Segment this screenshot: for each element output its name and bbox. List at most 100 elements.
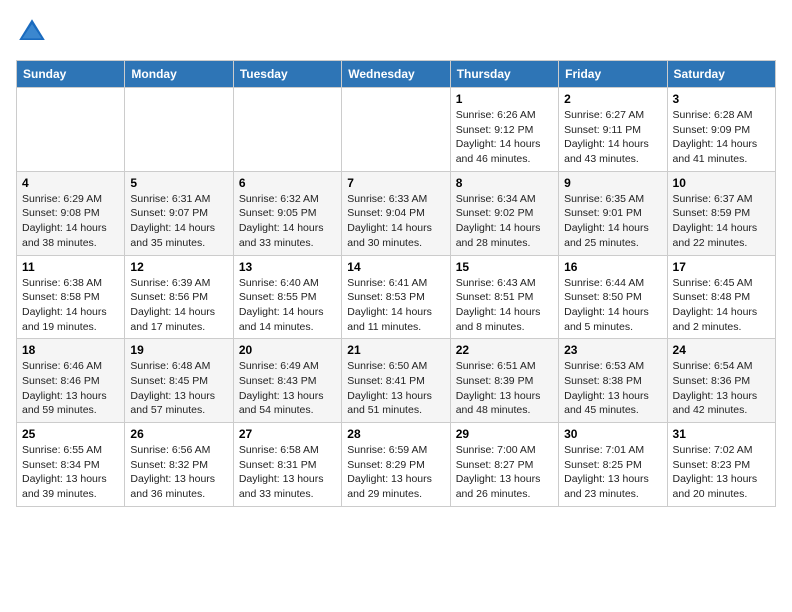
day-info: Sunrise: 6:50 AM Sunset: 8:41 PM Dayligh…	[347, 359, 444, 418]
calendar-cell: 27Sunrise: 6:58 AM Sunset: 8:31 PM Dayli…	[233, 423, 341, 507]
day-info: Sunrise: 6:34 AM Sunset: 9:02 PM Dayligh…	[456, 192, 553, 251]
calendar-cell: 21 Sunrise: 6:50 AM Sunset: 8:41 PM Dayli…	[342, 339, 450, 423]
day-info: Sunrise: 6:33 AM Sunset: 9:04 PM Dayligh…	[347, 192, 444, 251]
calendar-cell: 9 Sunrise: 6:35 AM Sunset: 9:01 PM Daylig…	[559, 171, 667, 255]
calendar-cell: 28 Sunrise: 6:59 AM Sunset: 8:29 PM Dayli…	[342, 423, 450, 507]
day-number: 20	[239, 343, 336, 357]
day-info: Sunrise: 6:56 AM Sunset: 8:32 PM Dayligh…	[130, 443, 227, 502]
logo	[16, 16, 52, 48]
calendar-week-row: 11 Sunrise: 6:38 AM Sunset: 8:58 PM Dayli…	[17, 255, 776, 339]
day-number: 31	[673, 427, 770, 441]
calendar-cell	[17, 88, 125, 172]
calendar-cell: 8 Sunrise: 6:34 AM Sunset: 9:02 PM Daylig…	[450, 171, 558, 255]
day-info: Sunrise: 6:43 AM Sunset: 8:51 PM Dayligh…	[456, 276, 553, 335]
day-number: 10	[673, 176, 770, 190]
calendar-cell: 16 Sunrise: 6:44 AM Sunset: 8:50 PM Dayli…	[559, 255, 667, 339]
day-info: Sunrise: 6:35 AM Sunset: 9:01 PM Dayligh…	[564, 192, 661, 251]
day-info: Sunrise: 6:54 AM Sunset: 8:36 PM Dayligh…	[673, 359, 770, 418]
day-info: Sunrise: 6:49 AM Sunset: 8:43 PM Dayligh…	[239, 359, 336, 418]
day-info: Sunrise: 6:55 AM Sunset: 8:34 PM Dayligh…	[22, 443, 119, 502]
day-number: 15	[456, 260, 553, 274]
day-number: 6	[239, 176, 336, 190]
calendar-cell: 29 Sunrise: 7:00 AM Sunset: 8:27 PM Dayli…	[450, 423, 558, 507]
calendar-cell: 7 Sunrise: 6:33 AM Sunset: 9:04 PM Daylig…	[342, 171, 450, 255]
day-info: Sunrise: 6:40 AM Sunset: 8:55 PM Dayligh…	[239, 276, 336, 335]
calendar-cell: 19 Sunrise: 6:48 AM Sunset: 8:45 PM Dayli…	[125, 339, 233, 423]
day-info: Sunrise: 6:45 AM Sunset: 8:48 PM Dayligh…	[673, 276, 770, 335]
day-number: 9	[564, 176, 661, 190]
day-info: Sunrise: 7:00 AM Sunset: 8:27 PM Dayligh…	[456, 443, 553, 502]
calendar-cell: 26 Sunrise: 6:56 AM Sunset: 8:32 PM Dayli…	[125, 423, 233, 507]
day-number: 30	[564, 427, 661, 441]
day-number: 24	[673, 343, 770, 357]
calendar-table: SundayMondayTuesdayWednesdayThursdayFrid…	[16, 60, 776, 507]
day-number: 18	[22, 343, 119, 357]
day-number: 23	[564, 343, 661, 357]
calendar-cell: 23 Sunrise: 6:53 AM Sunset: 8:38 PM Dayli…	[559, 339, 667, 423]
day-info: Sunrise: 6:59 AM Sunset: 8:29 PM Dayligh…	[347, 443, 444, 502]
day-number: 12	[130, 260, 227, 274]
calendar-cell: 13 Sunrise: 6:40 AM Sunset: 8:55 PM Dayli…	[233, 255, 341, 339]
day-header-sunday: Sunday	[17, 61, 125, 88]
page-header	[16, 16, 776, 48]
day-number: 16	[564, 260, 661, 274]
calendar-cell: 25 Sunrise: 6:55 AM Sunset: 8:34 PM Dayli…	[17, 423, 125, 507]
day-number: 22	[456, 343, 553, 357]
day-info: Sunrise: 7:02 AM Sunset: 8:23 PM Dayligh…	[673, 443, 770, 502]
calendar-cell: 10Sunrise: 6:37 AM Sunset: 8:59 PM Dayli…	[667, 171, 775, 255]
day-info: Sunrise: 6:38 AM Sunset: 8:58 PM Dayligh…	[22, 276, 119, 335]
day-number: 28	[347, 427, 444, 441]
day-number: 17	[673, 260, 770, 274]
calendar-cell: 22Sunrise: 6:51 AM Sunset: 8:39 PM Dayli…	[450, 339, 558, 423]
day-info: Sunrise: 6:26 AM Sunset: 9:12 PM Dayligh…	[456, 108, 553, 167]
day-header-tuesday: Tuesday	[233, 61, 341, 88]
day-header-thursday: Thursday	[450, 61, 558, 88]
calendar-header-row: SundayMondayTuesdayWednesdayThursdayFrid…	[17, 61, 776, 88]
logo-icon	[16, 16, 48, 48]
calendar-cell: 14Sunrise: 6:41 AM Sunset: 8:53 PM Dayli…	[342, 255, 450, 339]
day-info: Sunrise: 6:48 AM Sunset: 8:45 PM Dayligh…	[130, 359, 227, 418]
calendar-cell: 6 Sunrise: 6:32 AM Sunset: 9:05 PM Daylig…	[233, 171, 341, 255]
day-number: 14	[347, 260, 444, 274]
day-info: Sunrise: 6:29 AM Sunset: 9:08 PM Dayligh…	[22, 192, 119, 251]
day-number: 2	[564, 92, 661, 106]
calendar-cell	[342, 88, 450, 172]
calendar-cell: 5 Sunrise: 6:31 AM Sunset: 9:07 PM Daylig…	[125, 171, 233, 255]
calendar-cell: 12 Sunrise: 6:39 AM Sunset: 8:56 PM Dayli…	[125, 255, 233, 339]
calendar-cell: 17 Sunrise: 6:45 AM Sunset: 8:48 PM Dayli…	[667, 255, 775, 339]
calendar-cell: 24 Sunrise: 6:54 AM Sunset: 8:36 PM Dayli…	[667, 339, 775, 423]
day-number: 3	[673, 92, 770, 106]
day-number: 7	[347, 176, 444, 190]
day-info: Sunrise: 7:01 AM Sunset: 8:25 PM Dayligh…	[564, 443, 661, 502]
calendar-cell: 2 Sunrise: 6:27 AM Sunset: 9:11 PM Daylig…	[559, 88, 667, 172]
day-number: 8	[456, 176, 553, 190]
day-info: Sunrise: 6:58 AM Sunset: 8:31 PM Dayligh…	[239, 443, 336, 502]
calendar-cell: 11 Sunrise: 6:38 AM Sunset: 8:58 PM Dayli…	[17, 255, 125, 339]
day-info: Sunrise: 6:39 AM Sunset: 8:56 PM Dayligh…	[130, 276, 227, 335]
calendar-cell	[233, 88, 341, 172]
day-info: Sunrise: 6:27 AM Sunset: 9:11 PM Dayligh…	[564, 108, 661, 167]
day-number: 5	[130, 176, 227, 190]
day-number: 13	[239, 260, 336, 274]
day-info: Sunrise: 6:44 AM Sunset: 8:50 PM Dayligh…	[564, 276, 661, 335]
day-number: 1	[456, 92, 553, 106]
calendar-cell: 4 Sunrise: 6:29 AM Sunset: 9:08 PM Daylig…	[17, 171, 125, 255]
day-header-monday: Monday	[125, 61, 233, 88]
day-info: Sunrise: 6:31 AM Sunset: 9:07 PM Dayligh…	[130, 192, 227, 251]
day-number: 11	[22, 260, 119, 274]
calendar-week-row: 25 Sunrise: 6:55 AM Sunset: 8:34 PM Dayli…	[17, 423, 776, 507]
day-number: 19	[130, 343, 227, 357]
day-number: 25	[22, 427, 119, 441]
day-number: 26	[130, 427, 227, 441]
calendar-cell: 31 Sunrise: 7:02 AM Sunset: 8:23 PM Dayli…	[667, 423, 775, 507]
calendar-week-row: 18Sunrise: 6:46 AM Sunset: 8:46 PM Dayli…	[17, 339, 776, 423]
calendar-cell: 3Sunrise: 6:28 AM Sunset: 9:09 PM Daylig…	[667, 88, 775, 172]
day-number: 21	[347, 343, 444, 357]
calendar-cell: 20 Sunrise: 6:49 AM Sunset: 8:43 PM Dayli…	[233, 339, 341, 423]
day-header-wednesday: Wednesday	[342, 61, 450, 88]
day-info: Sunrise: 6:32 AM Sunset: 9:05 PM Dayligh…	[239, 192, 336, 251]
day-info: Sunrise: 6:53 AM Sunset: 8:38 PM Dayligh…	[564, 359, 661, 418]
calendar-week-row: 1 Sunrise: 6:26 AM Sunset: 9:12 PM Daylig…	[17, 88, 776, 172]
day-number: 4	[22, 176, 119, 190]
day-number: 29	[456, 427, 553, 441]
